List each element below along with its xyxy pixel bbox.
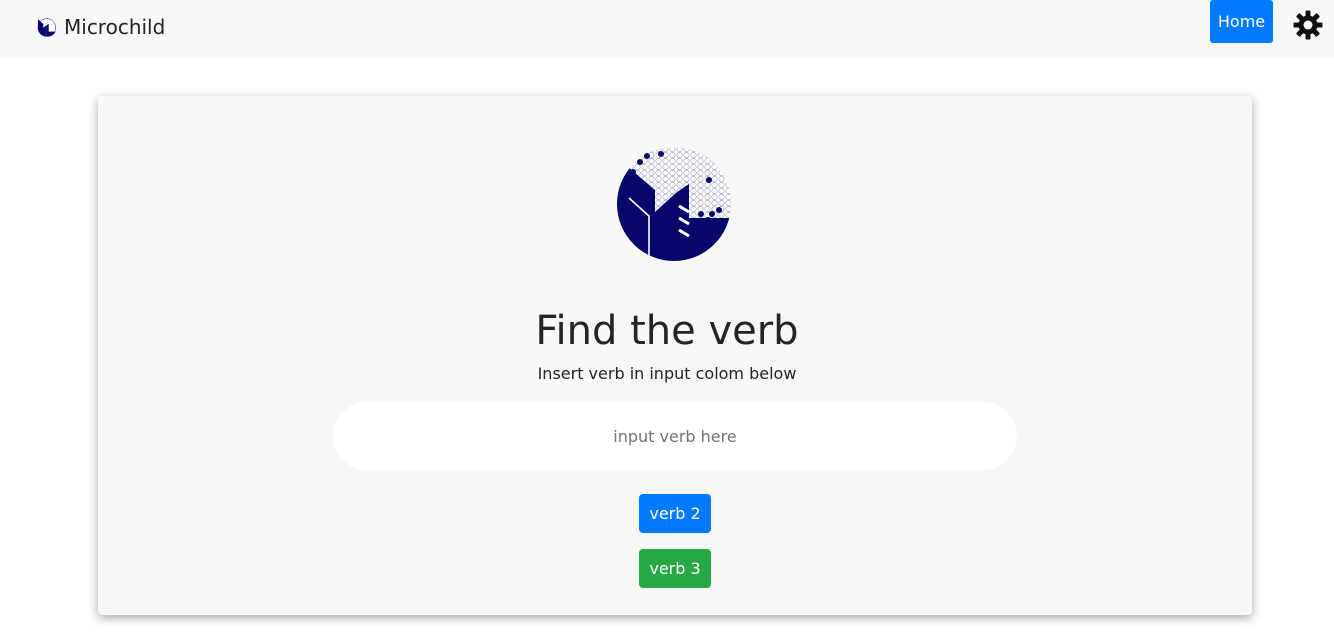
microchild-logo-icon [37, 17, 56, 37]
page-title: Find the verb [535, 308, 799, 354]
verb-3-button[interactable]: verb 3 [639, 549, 711, 588]
navbar: Microchild Home [0, 0, 1334, 58]
home-button[interactable]: Home [1210, 0, 1273, 43]
microchild-logo-icon [613, 146, 731, 262]
brand-name: Microchild [64, 15, 166, 39]
verb-2-button[interactable]: verb 2 [639, 494, 711, 533]
verb-input[interactable] [333, 402, 1017, 470]
gear-icon[interactable] [1292, 9, 1324, 41]
page-subtitle: Insert verb in input colom below [537, 364, 797, 383]
brand-link[interactable]: Microchild [37, 14, 165, 40]
